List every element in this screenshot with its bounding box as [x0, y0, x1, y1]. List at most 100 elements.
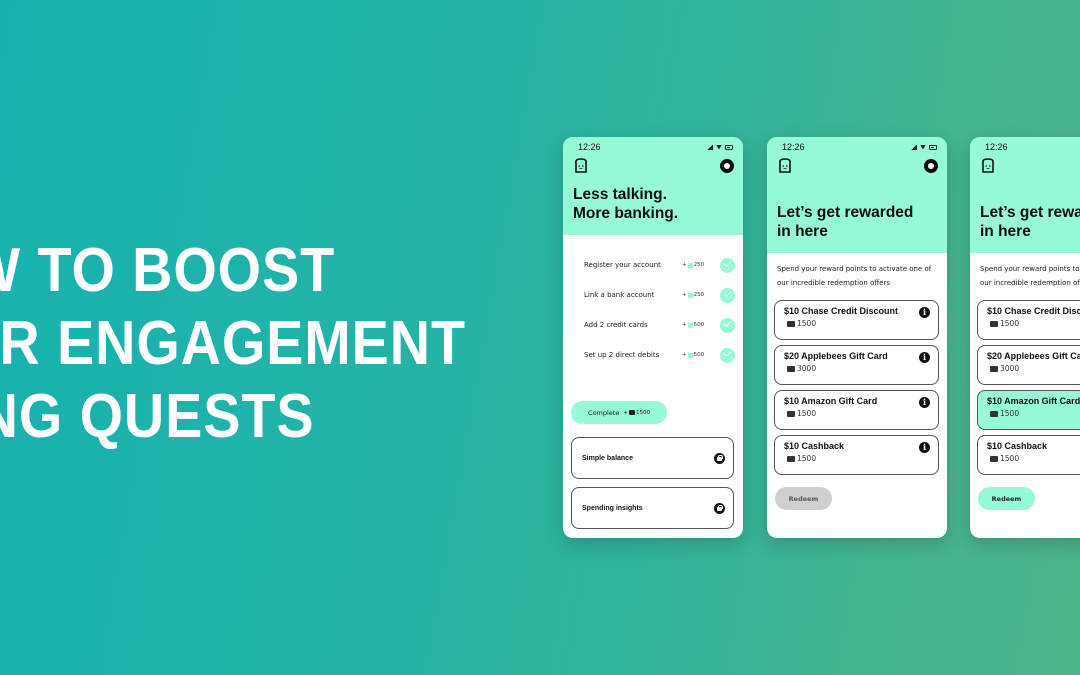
lock-icon — [714, 502, 725, 514]
points-icon — [687, 352, 693, 358]
hero-title-line-1: Let’s get rewarded — [980, 204, 1080, 221]
hero-title-line-2: in here — [777, 223, 828, 240]
quest-item[interactable]: Link a bank account +250 — [563, 280, 743, 310]
reward-option[interactable]: $10 Cashback 1500 i — [977, 435, 1080, 475]
reward-cost-value: 1500 — [1000, 409, 1020, 418]
signal-icon — [707, 144, 713, 150]
headline-line-1: HOW TO BOOST — [0, 236, 336, 305]
system-icons — [707, 144, 733, 150]
quest-label: Register your account — [584, 261, 661, 269]
reward-cost: 1500 — [784, 409, 930, 418]
signal-icon — [911, 144, 917, 150]
reward-option[interactable]: $10 Cashback 1500 i — [774, 435, 939, 475]
reward-cost: 1500 — [987, 454, 1080, 463]
wallet-icon — [787, 410, 795, 417]
reward-option[interactable]: $20 Applebees Gift Card 3000 i — [774, 345, 939, 385]
status-time: 12:26 — [985, 142, 1008, 152]
complete-points-value: 1500 — [635, 409, 650, 416]
redeem-button[interactable]: Redeem — [775, 487, 832, 510]
info-icon[interactable]: i — [919, 307, 930, 318]
phone-quests-screen: 12:26 Less talking. More banking. Regist… — [563, 137, 743, 538]
reward-cost-value: 1500 — [797, 319, 817, 328]
quest-item[interactable]: Register your account +250 — [563, 250, 743, 280]
complete-button[interactable]: Complete +1500 — [571, 401, 667, 424]
complete-points: +1500 — [623, 409, 650, 416]
quest-label: Set up 2 direct debits — [584, 351, 660, 359]
reward-list: $10 Chase Credit Discount 1500 i $20 App… — [774, 300, 939, 480]
hero-title-line-1: Let’s get rewarded — [777, 204, 914, 221]
wallet-icon — [990, 365, 998, 372]
check-circle-icon — [720, 287, 735, 303]
reward-cost-value: 3000 — [797, 364, 817, 373]
redeem-button[interactable]: Redeem — [978, 487, 1035, 510]
rewards-header: 12:26 Let’s get rewarded in here — [970, 137, 1080, 253]
battery-icon — [725, 144, 733, 150]
complete-label: Complete — [588, 408, 620, 417]
info-icon[interactable]: i — [919, 352, 930, 363]
reward-option[interactable]: $10 Amazon Gift Card 1500 i — [774, 390, 939, 430]
status-bar: 12:26 — [578, 142, 733, 152]
locked-feature-label: Simple balance — [582, 454, 633, 462]
quest-label: Link a bank account — [584, 291, 655, 299]
reward-list: $10 Chase Credit Discount 1500 i $20 App… — [977, 300, 1080, 480]
reward-cost-value: 1500 — [1000, 319, 1020, 328]
reward-title: $10 Chase Credit Discount — [987, 306, 1080, 316]
quest-points-value: 500 — [693, 352, 705, 358]
check-circle-icon — [720, 257, 735, 273]
toast-bread-icon — [779, 158, 791, 173]
reward-title: $10 Chase Credit Discount — [784, 306, 899, 316]
reward-cost: 1500 — [784, 319, 930, 328]
check-circle-icon — [720, 347, 735, 363]
wallet-icon — [787, 320, 795, 327]
points-icon — [687, 262, 693, 268]
info-icon[interactable]: i — [919, 442, 930, 453]
toast-bread-icon — [982, 158, 994, 173]
locked-feature-card[interactable]: Spending insights — [571, 487, 734, 529]
reward-cost: 1500 — [784, 454, 930, 463]
reward-option-selected[interactable]: $10 Amazon Gift Card 1500 i — [977, 390, 1080, 430]
quest-points-value: 250 — [693, 262, 705, 268]
points-icon — [687, 322, 693, 328]
status-time: 12:26 — [782, 142, 805, 152]
reward-title: $20 Applebees Gift Card — [987, 351, 1080, 361]
profile-icon[interactable] — [720, 159, 734, 173]
reward-cost: 3000 — [987, 364, 1080, 373]
lock-icon — [714, 452, 725, 464]
profile-icon[interactable] — [924, 159, 938, 173]
reward-option[interactable]: $20 Applebees Gift Card 3000 i — [977, 345, 1080, 385]
reward-cost-value: 1500 — [1000, 454, 1020, 463]
reward-option[interactable]: $10 Chase Credit Discount 1500 i — [774, 300, 939, 340]
quest-item[interactable]: Add 2 credit cards +500 — [563, 310, 743, 340]
wallet-icon — [628, 410, 635, 415]
hero-title-line-1: Less talking. — [573, 186, 667, 203]
reward-intro: Spend your reward points to activate one… — [777, 265, 932, 287]
quest-list: Register your account +250 Link a bank a… — [563, 250, 743, 370]
reward-cost-value: 1500 — [797, 454, 817, 463]
system-icons — [911, 144, 937, 150]
wallet-icon — [990, 455, 998, 462]
reward-title: $20 Applebees Gift Card — [784, 351, 888, 361]
reward-intro: Spend your reward points to activate one… — [980, 265, 1080, 287]
reward-option[interactable]: $10 Chase Credit Discount 1500 i — [977, 300, 1080, 340]
locked-feature-label: Spending insights — [582, 504, 643, 512]
hero-title: Let’s get rewarded in here — [777, 203, 913, 241]
hero-title-line-2: More banking. — [573, 205, 679, 222]
quest-points-value: 250 — [693, 292, 705, 298]
reward-title: $10 Amazon Gift Card — [784, 396, 878, 406]
locked-feature-card[interactable]: Simple balance — [571, 437, 734, 479]
phone-rewards-selected-screen: 12:26 Let’s get rewarded in here Spend y… — [970, 137, 1080, 538]
status-time: 12:26 — [578, 142, 601, 152]
quest-item[interactable]: Set up 2 direct debits +500 — [563, 340, 743, 370]
reward-title: $10 Cashback — [987, 441, 1048, 451]
info-icon[interactable]: i — [919, 397, 930, 408]
wallet-icon — [990, 320, 998, 327]
quests-header: 12:26 Less talking. More banking. — [563, 137, 743, 235]
wallet-icon — [990, 410, 998, 417]
wallet-icon — [787, 365, 795, 372]
reward-cost: 3000 — [784, 364, 930, 373]
quest-points-value: 500 — [693, 322, 705, 328]
hero-title: Less talking. More banking. — [573, 185, 678, 223]
reward-cost-value: 3000 — [1000, 364, 1020, 373]
points-icon — [687, 292, 693, 298]
headline: HOW TO BOOST USER ENGAGEMENT USING QUEST… — [0, 234, 466, 453]
